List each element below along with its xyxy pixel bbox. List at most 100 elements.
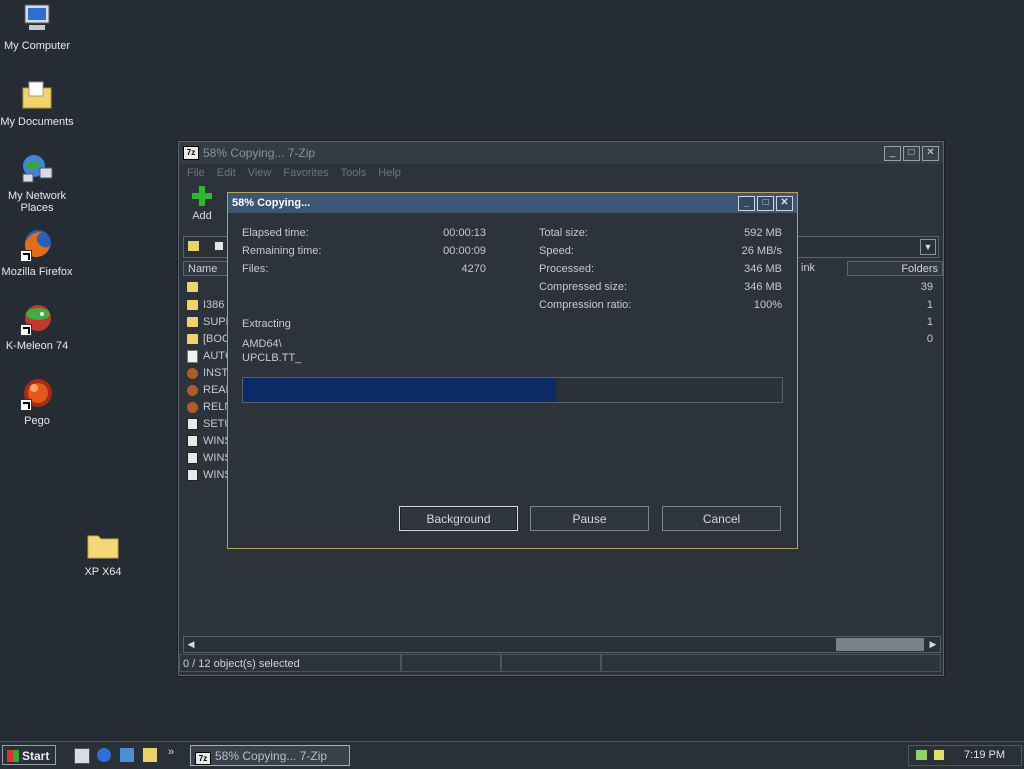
file-row[interactable]: RELN [187,399,232,415]
scrollbar-thumb[interactable] [836,638,924,651]
setup-file-icon [187,418,198,430]
total-size-label: Total size: [539,227,588,239]
status-bar: 0 / 12 object(s) selected [179,654,943,674]
menu-file[interactable]: File [187,167,205,179]
copy-progress-dialog[interactable]: 58% Copying... _ □ ✕ Elapsed time: 00:00… [227,192,798,549]
menu-view[interactable]: View [248,167,272,179]
column-header-link[interactable]: ink [797,261,847,276]
compressed-size-value: 346 MB [744,281,782,293]
html-file-icon [187,401,198,413]
desktop-icon-my-documents[interactable]: My Documents [0,78,74,128]
scroll-left-arrow-icon[interactable]: ◀ [185,638,197,651]
html-file-icon [187,367,198,379]
executable-file-icon [187,469,198,481]
desktop-icon-label: Mozilla Firefox [1,266,73,278]
file-row[interactable]: WINS [187,450,232,466]
elapsed-time-value: 00:00:13 [443,227,486,239]
internet-explorer-icon[interactable] [97,748,111,762]
clock[interactable]: 7:19 PM [964,749,1005,761]
file-name: I386 [203,299,225,311]
background-button[interactable]: Background [399,506,518,531]
processed-value: 346 MB [744,263,782,275]
column-header-folders[interactable]: Folders [847,261,943,276]
shortcut-arrow-icon [20,399,32,411]
executable-file-icon [187,435,198,447]
desktop-icon-xp-x64[interactable]: XP X64 [66,528,140,578]
file-row[interactable]: WINS [187,433,232,449]
shortcut-arrow-icon [20,250,32,262]
menu-help[interactable]: Help [378,167,401,179]
scroll-right-arrow-icon[interactable]: ▶ [927,638,939,651]
speed-value: 26 MB/s [741,245,782,257]
file-row[interactable]: INST [187,365,228,381]
status-cell [601,654,941,672]
volume-tray-icon[interactable] [933,749,945,761]
file-row[interactable]: WINS [187,467,232,483]
computer-icon [20,2,54,36]
folder-icon [86,528,120,562]
close-button[interactable]: ✕ [922,145,939,161]
desktop-icon-pego[interactable]: Pego [0,377,74,427]
drive-icon [214,241,224,251]
menu-edit[interactable]: Edit [217,167,236,179]
windows-flag-icon [7,750,19,762]
processed-label: Processed: [539,263,595,275]
taskbar-button-7zip[interactable]: 7z 58% Copying... 7-Zip [190,745,350,766]
7zip-app-icon: 7z [195,752,211,765]
desktop-icon-my-computer[interactable]: My Computer [0,2,74,52]
compression-ratio-value: 100% [753,299,782,311]
html-file-icon [187,384,198,396]
search-icon[interactable] [143,748,157,762]
desktop-icon-label: XP X64 [84,566,122,578]
folder-up-icon[interactable] [188,241,199,251]
total-size-value: 592 MB [744,227,782,239]
documents-folder-icon [20,78,54,112]
desktop-icon-k-meleon[interactable]: K-Meleon 74 [0,302,74,352]
minimize-button[interactable]: _ [884,145,901,161]
folder-icon [187,282,198,292]
status-cell [501,654,601,672]
menu-favorites[interactable]: Favorites [283,167,328,179]
add-plus-icon [192,186,212,206]
outlook-express-icon[interactable] [120,748,134,762]
dialog-maximize-button[interactable]: □ [757,195,774,211]
add-button-label: Add [192,210,212,222]
cancel-button[interactable]: Cancel [662,506,781,531]
dialog-title: 58% Copying... [232,197,311,209]
dialog-titlebar[interactable]: 58% Copying... _ □ ✕ [228,193,797,213]
speed-label: Speed: [539,245,574,257]
desktop-icon-label: Pego [24,415,50,427]
dialog-close-button[interactable]: ✕ [776,195,793,211]
folder-count: 1 [926,316,933,328]
firefox-icon [20,228,54,262]
desktop-icon-label: My Computer [3,40,71,52]
progress-bar [242,377,783,403]
pause-button[interactable]: Pause [530,506,649,531]
start-button[interactable]: Start [2,745,56,765]
show-desktop-icon[interactable] [74,748,90,764]
folder-count: 1 [926,299,933,311]
main-window-title: 58% Copying... 7-Zip [203,146,316,160]
files-value: 4270 [461,263,486,275]
dialog-minimize-button[interactable]: _ [738,195,755,211]
desktop-icon-mozilla-firefox[interactable]: Mozilla Firefox [0,228,74,278]
maximize-button[interactable]: □ [903,145,920,161]
address-dropdown-button[interactable]: ▼ [920,239,936,255]
taskbar: Start » 7z 58% Copying... 7-Zip 7:19 PM [0,741,1024,769]
folder-icon [187,317,198,327]
desktop-icon-my-network-places[interactable]: My Network Places [0,152,74,214]
kmeleon-icon [20,302,54,336]
menu-tools[interactable]: Tools [341,167,367,179]
folder-icon [187,334,198,344]
file-row[interactable]: SETU [187,416,232,432]
system-tray: 7:19 PM [908,745,1022,766]
quick-launch-chevron-icon[interactable]: » [168,746,174,758]
main-window-titlebar[interactable]: 7z 58% Copying... 7-Zip _ □ ✕ [179,142,943,164]
taskbar-button-label: 58% Copying... 7-Zip [215,749,328,763]
horizontal-scrollbar[interactable]: ◀ ▶ [183,636,941,653]
network-tray-icon[interactable] [915,749,928,761]
add-button[interactable]: Add [189,186,215,222]
column-header-name[interactable]: Name [183,261,228,276]
folder-count: 39 [920,281,933,293]
remaining-time-label: Remaining time: [242,245,322,257]
